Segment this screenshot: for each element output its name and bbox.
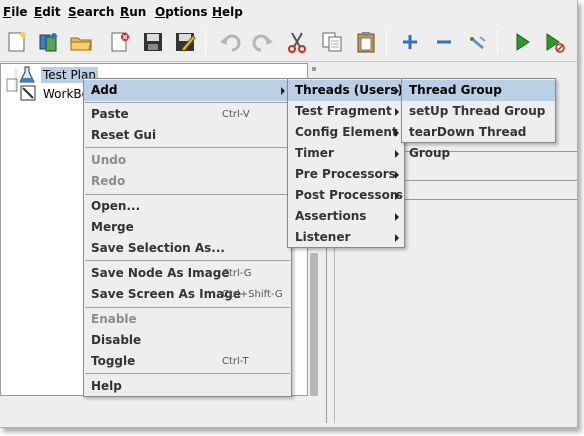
context-menu-disable[interactable]: Disable xyxy=(84,330,291,351)
menu-bar: File Edit Search Run Options Help xyxy=(0,0,577,24)
redo-icon[interactable] xyxy=(249,28,275,54)
jmeter-window: File Edit Search Run Options Help Test P… xyxy=(0,0,578,428)
divider-track xyxy=(310,253,318,396)
context-menu-merge[interactable]: Merge xyxy=(84,217,291,238)
submenu-arrow-icon xyxy=(395,108,399,116)
submenu-setup-thread-group[interactable]: setUp Thread Group xyxy=(402,101,555,122)
paste-shortcut: Ctrl-V xyxy=(222,109,250,120)
save-icon[interactable] xyxy=(139,28,165,54)
submenu-teardown-thread-group[interactable]: tearDown Thread Group xyxy=(402,122,555,160)
submenu-listener[interactable]: Listener xyxy=(288,227,404,248)
submenu-arrow-icon xyxy=(395,150,399,158)
context-menu-undo: Undo xyxy=(91,153,127,167)
context-menu: Add Paste Ctrl-V Reset Gui Undo Redo Ope… xyxy=(83,78,292,397)
paste-icon[interactable] xyxy=(352,28,378,54)
toolbar xyxy=(0,24,577,62)
submenu-config-element[interactable]: Config Element xyxy=(288,122,404,143)
toggle-shortcut: Ctrl-T xyxy=(222,356,249,367)
context-menu-paste[interactable]: Paste Ctrl-V xyxy=(84,104,291,125)
pane-border xyxy=(400,199,577,200)
submenu-arrow-icon xyxy=(281,87,285,95)
templates-icon[interactable] xyxy=(35,28,61,54)
submenu-threads-users[interactable]: Threads (Users) xyxy=(288,80,404,101)
toolbar-separator xyxy=(386,29,387,55)
expand-icon[interactable] xyxy=(396,28,422,54)
toolbar-separator xyxy=(497,29,498,55)
context-menu-reset-gui[interactable]: Reset Gui xyxy=(84,125,291,146)
horizontal-scrollbar[interactable] xyxy=(0,396,308,424)
submenu-test-fragment[interactable]: Test Fragment xyxy=(288,101,404,122)
context-menu-open[interactable]: Open... xyxy=(84,196,291,217)
menu-separator xyxy=(85,307,290,308)
add-submenu: Threads (Users) Test Fragment Config Ele… xyxy=(287,78,405,248)
save-screen-shortcut: Ctrl+Shift-G xyxy=(222,289,283,300)
submenu-arrow-icon xyxy=(395,234,399,242)
menu-edit[interactable]: Edit xyxy=(34,5,61,19)
context-menu-help[interactable]: Help xyxy=(84,376,291,397)
new-icon[interactable] xyxy=(3,28,29,54)
workbench-icon xyxy=(20,85,36,101)
copy-icon[interactable] xyxy=(318,28,344,54)
menu-separator xyxy=(85,260,290,261)
submenu-assertions[interactable]: Assertions xyxy=(288,206,404,227)
start-no-pause-icon[interactable] xyxy=(540,28,566,54)
submenu-arrow-icon xyxy=(395,213,399,221)
save-as-icon[interactable] xyxy=(171,28,197,54)
menu-run[interactable]: Run xyxy=(120,5,146,19)
menu-separator xyxy=(85,194,290,195)
start-icon[interactable] xyxy=(508,28,534,54)
context-menu-save-node-as-image[interactable]: Save Node As Image Ctrl-G xyxy=(84,263,291,284)
collapse-icon[interactable] xyxy=(430,28,456,54)
context-menu-enable: Enable xyxy=(91,312,137,326)
cut-icon[interactable] xyxy=(283,28,309,54)
context-menu-toggle[interactable]: Toggle Ctrl-T xyxy=(84,351,291,372)
divider-grip xyxy=(312,67,316,71)
submenu-arrow-icon xyxy=(395,87,399,95)
menu-search[interactable]: Search xyxy=(68,5,114,19)
close-icon[interactable] xyxy=(106,28,132,54)
context-menu-save-screen-as-image[interactable]: Save Screen As Image Ctrl+Shift-G xyxy=(84,284,291,305)
submenu-arrow-icon xyxy=(395,192,399,200)
toolbar-separator xyxy=(205,29,206,55)
menu-separator xyxy=(85,373,290,374)
menu-separator xyxy=(85,102,290,103)
submenu-arrow-icon xyxy=(395,129,399,137)
menu-file[interactable]: File xyxy=(3,5,28,19)
submenu-timer[interactable]: Timer xyxy=(288,143,404,164)
submenu-pre-processors[interactable]: Pre Processors xyxy=(288,164,404,185)
menu-help[interactable]: Help xyxy=(212,5,243,19)
pane-border xyxy=(400,180,577,181)
menu-separator xyxy=(85,147,290,148)
undo-icon[interactable] xyxy=(216,28,242,54)
context-menu-save-selection-as[interactable]: Save Selection As... xyxy=(84,238,291,259)
beaker-icon xyxy=(18,66,36,84)
open-icon[interactable] xyxy=(67,28,93,54)
context-menu-redo: Redo xyxy=(91,174,126,188)
save-node-shortcut: Ctrl-G xyxy=(222,268,252,279)
threads-submenu: Thread Group setUp Thread Group tearDown… xyxy=(401,78,556,160)
context-menu-add[interactable]: Add xyxy=(84,80,291,101)
submenu-arrow-icon xyxy=(395,171,399,179)
toggle-icon[interactable] xyxy=(464,28,490,54)
submenu-thread-group[interactable]: Thread Group xyxy=(402,80,555,101)
submenu-post-processors[interactable]: Post Processors xyxy=(288,185,404,206)
menu-options[interactable]: Options xyxy=(155,5,208,19)
